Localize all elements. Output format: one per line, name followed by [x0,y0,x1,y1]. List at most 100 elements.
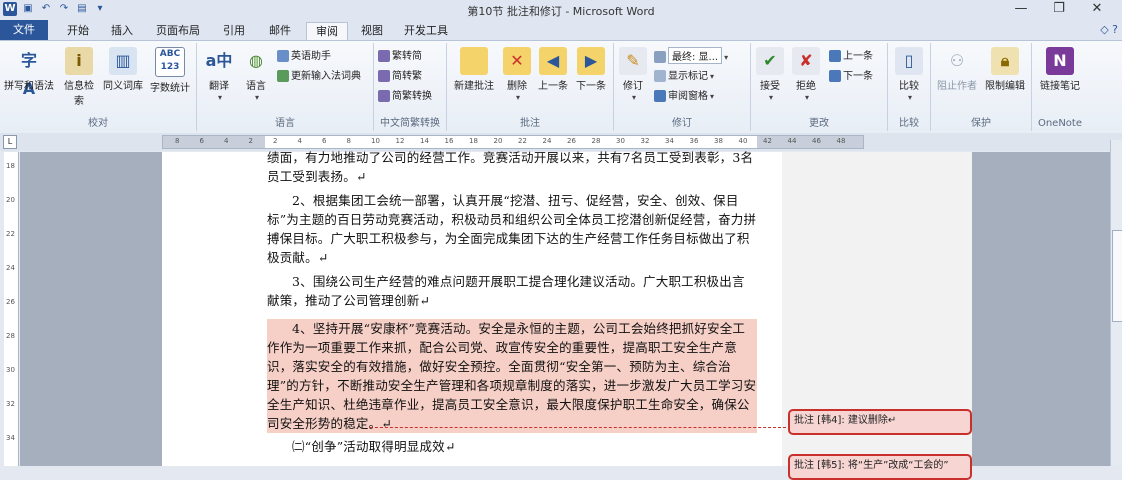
ruler-number: 42 [763,137,772,145]
track-changes-button[interactable]: ✎ 修订 ▾ [616,45,650,103]
help-icon[interactable]: ◇ ? [1100,23,1118,36]
review-pane-button[interactable]: 审阅窗格 ▾ [654,87,714,102]
convert-icon [378,90,390,102]
comment-text-1: 批注 [韩4]: 建议删除↵ [794,415,897,426]
comment-balloon-1[interactable]: 批注 [韩4]: 建议删除↵ [788,409,972,435]
display-icon [654,51,666,63]
restrict-editing-button[interactable]: 🔒︎ 限制编辑 [981,45,1029,92]
research-icon: i [65,47,93,75]
tab-home[interactable]: 开始 [60,22,96,40]
group-caption-language: 语言 [275,118,295,129]
scrollbar-thumb[interactable] [1112,230,1122,322]
paragraph-2[interactable]: 2、根据集团工会统一部署，认真开展“挖潜、扭亏、促经营，安全、创效、保目标”为主… [267,191,757,267]
thesaurus-button[interactable]: ▥ 同义词库 [98,45,148,92]
tab-view[interactable]: 视图 [354,22,390,40]
vertical-ruler-number: 34 [6,434,15,442]
paragraph-4-commented[interactable]: 4、坚持开展“安康杯”竞赛活动。安全是永恒的主题，公司工会始终把抓好安全工作作为… [267,319,757,433]
paragraph-0[interactable]: 绩面，有力地推动了公司的经营工作。竞赛活动开展以来，共有7名员工受到表彰，3名员… [267,148,757,186]
word-count-button[interactable]: ABC 123 字数统计 [146,45,194,94]
tab-developer[interactable]: 开发工具 [398,22,454,40]
group-comments: 新建批注 ✕ 删除 ▾ ◀ 上一条 ▶ 下一条 批注 [447,43,614,131]
delete-comment-button[interactable]: ✕ 删除 ▾ [501,45,533,103]
new-comment-button[interactable]: 新建批注 [449,45,499,92]
group-tracking: ✎ 修订 ▾ 最终: 显... ▾ 显示标记 ▾ 审阅窗格 ▾ 修订 [614,43,751,131]
to-traditional-button[interactable]: 简转繁 [378,67,422,82]
ruler-number: 6 [199,137,204,145]
vertical-ruler-number: 30 [6,366,15,374]
english-assistant-button[interactable]: 英语助手 [277,47,331,62]
ruler-number: 8 [346,137,351,145]
vertical-scrollbar[interactable] [1110,140,1122,466]
title-bar: W ▣ ↶ ↷ ▤ ▾ 第10节 批注和修订 - Microsoft Word … [0,0,1122,20]
group-caption-chinese: 中文简繁转换 [380,118,440,129]
convert-button[interactable]: 简繁转换 [378,87,432,102]
ruler-number: 38 [714,137,723,145]
tab-references[interactable]: 引用 [216,22,252,40]
ruler-number: 16 [444,137,454,145]
ruler-number: 18 [469,137,478,145]
group-compare: ▯ 比较 ▾ 比较 [888,43,931,131]
new-comment-icon [460,47,488,75]
prev-change-icon [829,50,841,62]
paragraph-3[interactable]: 3、围绕公司生产经营的难点问题开展职工提合理化建议活动。广大职工积极出言献策，推… [267,272,757,310]
close-icon[interactable]: ✕ [1078,1,1116,16]
track-changes-icon: ✎ [619,47,647,75]
accept-button[interactable]: ✔ 接受 ▾ [753,45,787,103]
compare-button[interactable]: ▯ 比较 ▾ [892,45,926,103]
comment-connector-1 [370,427,786,428]
research-button[interactable]: i 信息检索 [62,45,96,107]
reject-button[interactable]: ✘ 拒绝 ▾ [789,45,823,103]
update-ime-button[interactable]: 更新输入法词典 [277,67,361,82]
display-for-review-combo[interactable]: 最终: 显... ▾ [654,47,728,64]
tab-review[interactable]: 审阅 [306,22,348,41]
translate-icon: a中 [205,51,233,70]
tab-selector[interactable]: L [3,135,17,149]
ruler-right-margin [757,136,863,148]
vertical-ruler[interactable]: 18 20 22 24 26 28 30 32 34 [4,152,19,466]
minimize-icon[interactable]: — [1002,1,1040,16]
group-caption-comments: 批注 [520,118,540,129]
group-caption-tracking: 修订 [672,118,692,129]
thesaurus-icon: ▥ [109,47,137,75]
review-pane-icon [654,90,666,102]
next-comment-button[interactable]: ▶ 下一条 [573,45,609,92]
ruler-number: 8 [175,137,180,145]
show-markup-icon [654,70,666,82]
group-caption-onenote: OneNote [1037,118,1083,129]
group-caption-proofing: 校对 [88,118,108,129]
ruler-number: 2 [273,137,278,145]
tab-file[interactable]: 文件 [0,20,48,40]
vertical-ruler-number: 18 [6,162,15,170]
ruler-number: 14 [420,137,429,145]
prev-comment-button[interactable]: ◀ 上一条 [535,45,571,92]
show-markup-button[interactable]: 显示标记 ▾ [654,67,714,82]
next-change-button[interactable]: 下一条 [829,67,873,82]
group-onenote: N 链接笔记 OneNote [1032,43,1088,131]
linked-notes-button[interactable]: N 链接笔记 [1038,45,1082,92]
group-changes: ✔ 接受 ▾ ✘ 拒绝 ▾ 上一条 下一条 更改 [751,43,888,131]
group-chinese-conversion: 繁转简 简转繁 简繁转换 中文简繁转换 [374,43,447,131]
block-authors-button[interactable]: ⚇ 阻止作者 [933,45,981,92]
ruler-number: 2 [248,137,253,145]
group-caption-compare: 比较 [899,118,919,129]
horizontal-ruler[interactable]: 8 6 4 2 2 4 6 8 10 12 14 16 18 20 22 24 26 28 30 32 34 36 38 40… [162,135,864,149]
to-simplified-button[interactable]: 繁转简 [378,47,422,62]
comment-balloon-2[interactable]: 批注 [韩5]: 将“生产”改成“工会的” [788,454,972,480]
tab-insert[interactable]: 插入 [104,22,140,40]
ruler-number: 34 [665,137,674,145]
paragraph-5[interactable]: ㈡“创争”活动取得明显成效↵ [267,437,757,456]
restore-icon[interactable]: ❐ [1040,1,1078,16]
ruler-number: 28 [591,137,601,145]
reject-icon: ✘ [792,47,820,75]
dictionary-icon [277,70,289,82]
tab-page-layout[interactable]: 页面布局 [150,22,206,40]
prev-change-button[interactable]: 上一条 [829,47,873,62]
tab-mailings[interactable]: 邮件 [262,22,298,40]
ruler-number: 4 [224,137,229,145]
language-button[interactable]: ◍ 语言 ▾ [239,45,273,103]
ruler-number: 30 [616,137,625,145]
ribbon: 字A 拼写和语法 i 信息检索 ▥ 同义词库 ABC 123 字数统计 校对 a中… [0,40,1122,134]
block-authors-icon: ⚇ [949,51,965,70]
spelling-grammar-button[interactable]: 字A 拼写和语法 [4,45,54,98]
translate-button[interactable]: a中 翻译 ▾ [201,45,237,103]
